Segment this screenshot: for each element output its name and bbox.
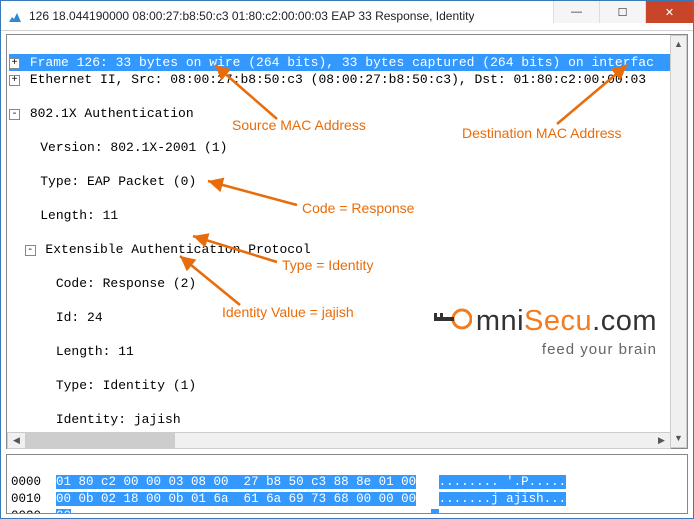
vertical-scrollbar[interactable]: ▲ ▼ [670, 35, 687, 448]
window-title: 126 18.044190000 08:00:27:b8:50:c3 01:80… [29, 9, 474, 23]
collapse-icon[interactable]: - [25, 245, 36, 256]
hex-bytes[interactable]: 01 80 c2 00 00 03 08 00 27 b8 50 c3 88 8… [56, 475, 416, 489]
expand-icon[interactable]: + [9, 58, 20, 69]
auth-row[interactable]: - 802.1X Authentication [9, 105, 687, 122]
logo-tagline: feed your brain [432, 341, 657, 358]
key-icon [432, 306, 472, 339]
eap-type-row[interactable]: Type: Identity (1) [9, 377, 687, 394]
hex-ascii[interactable]: . [431, 509, 439, 514]
scroll-left-button[interactable]: ◀ [8, 433, 25, 448]
hex-bytes[interactable]: 00 [56, 509, 71, 514]
hex-offset: 0000 [11, 475, 41, 489]
packet-tree: + Frame 126: 33 bytes on wire (264 bits)… [7, 35, 687, 449]
length-row[interactable]: Length: 11 [9, 207, 687, 224]
maximize-button[interactable]: ☐ [599, 1, 645, 23]
eap-code-row[interactable]: Code: Response (2) [9, 275, 687, 292]
logo-text: mniSecu.com [432, 305, 657, 339]
hex-offset: 0020 [11, 509, 41, 514]
eap-row[interactable]: - Extensible Authentication Protocol [9, 241, 687, 258]
hex-offset: 0010 [11, 492, 41, 506]
expand-icon[interactable]: + [9, 75, 20, 86]
watermark-logo: mniSecu.com feed your brain [432, 305, 657, 358]
scroll-up-button[interactable]: ▲ [671, 36, 686, 53]
hex-bytes[interactable]: 00 0b 02 18 00 0b 01 6a 61 6a 69 73 68 0… [56, 492, 416, 506]
ethernet-row[interactable]: + Ethernet II, Src: 08:00:27:b8:50:c3 (0… [9, 71, 687, 88]
hex-ascii[interactable]: .......j ajish... [439, 492, 567, 506]
scroll-track[interactable] [671, 53, 686, 430]
packet-details-pane[interactable]: + Frame 126: 33 bytes on wire (264 bits)… [6, 34, 688, 449]
type-row[interactable]: Type: EAP Packet (0) [9, 173, 687, 190]
scroll-down-button[interactable]: ▼ [671, 430, 686, 447]
scroll-track[interactable] [25, 433, 653, 448]
packet-bytes-pane[interactable]: 0000 01 80 c2 00 00 03 08 00 27 b8 50 c3… [6, 454, 688, 514]
close-button[interactable]: ✕ [645, 1, 693, 23]
window-titlebar: 126 18.044190000 08:00:27:b8:50:c3 01:80… [1, 1, 693, 31]
collapse-icon[interactable]: - [9, 109, 20, 120]
version-row[interactable]: Version: 802.1X-2001 (1) [9, 139, 687, 156]
scroll-right-button[interactable]: ▶ [653, 433, 670, 448]
minimize-button[interactable]: — [553, 1, 599, 23]
app-icon [7, 8, 23, 24]
window-controls: — ☐ ✕ [553, 1, 693, 30]
scroll-thumb[interactable] [25, 433, 175, 448]
frame-row[interactable]: + Frame 126: 33 bytes on wire (264 bits)… [9, 54, 687, 71]
eap-identity-row[interactable]: Identity: jajish [9, 411, 687, 428]
horizontal-scrollbar[interactable]: ◀ ▶ [7, 432, 671, 449]
hex-ascii[interactable]: ........ '.P..... [439, 475, 567, 489]
